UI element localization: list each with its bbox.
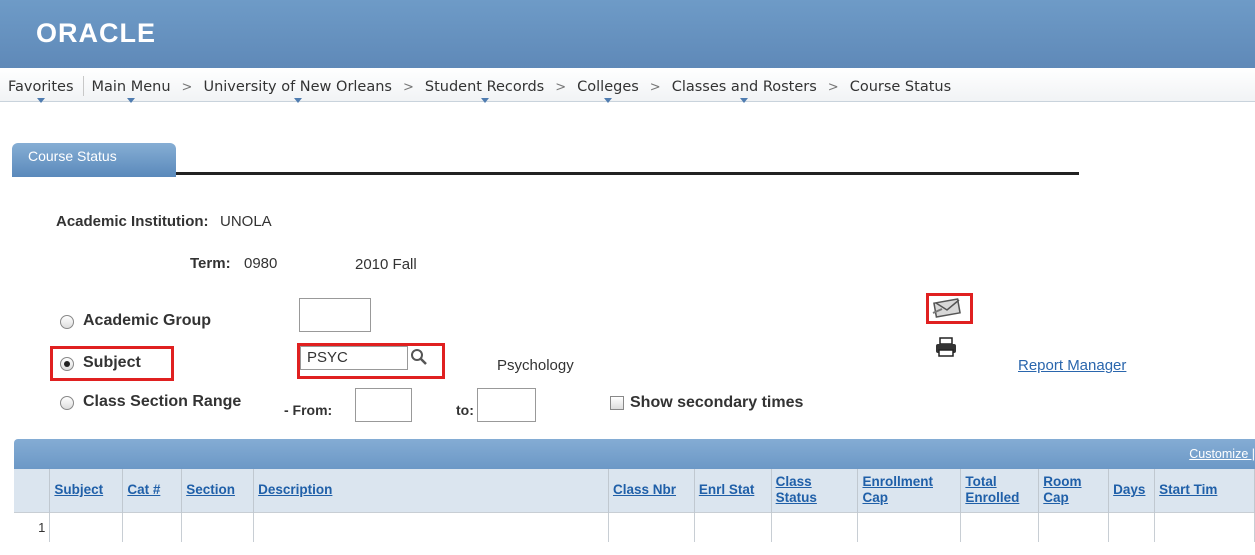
nav-colleges[interactable]: Colleges (577, 79, 639, 103)
column-header-cat[interactable]: Cat # (122, 469, 183, 512)
subject-label: Subject (83, 354, 141, 371)
tab-course-status[interactable]: Course Status (12, 143, 176, 177)
nav-course-status[interactable]: Course Status (850, 79, 951, 95)
subject-radio[interactable] (60, 357, 74, 371)
subject-description: Psychology (497, 357, 574, 374)
column-header-start-time[interactable]: Start Tim (1154, 469, 1255, 512)
grid-header-row: Subject Cat # Section Description Class … (14, 469, 1255, 512)
table-row: 1 (14, 511, 1255, 542)
nav-arrow: > (649, 80, 661, 95)
column-header-section[interactable]: Section (181, 469, 255, 512)
nav-arrow: > (827, 80, 839, 95)
grid-header-bar: Customize | (14, 439, 1255, 469)
dropdown-caret-icon (740, 98, 749, 103)
show-secondary-label: Show secondary times (630, 394, 804, 411)
institution-value: UNOLA (220, 213, 272, 230)
academic-group-input[interactable] (299, 298, 371, 332)
to-label: to: (456, 402, 474, 418)
table-cell (960, 511, 1040, 542)
course-status-grid: Subject Cat # Section Description Class … (14, 469, 1255, 542)
column-header-days[interactable]: Days (1108, 469, 1156, 512)
table-cell (1038, 511, 1110, 542)
nav-main-menu[interactable]: Main Menu (92, 79, 171, 103)
notify-icon[interactable] (932, 297, 964, 319)
table-cell (1108, 511, 1156, 542)
institution-label: Academic Institution: (56, 213, 209, 230)
class-section-range-radio[interactable] (60, 396, 74, 410)
dropdown-caret-icon (127, 98, 136, 103)
academic-group-radio[interactable] (60, 315, 74, 329)
subject-input[interactable]: PSYC (300, 346, 408, 370)
customize-link[interactable]: Customize | (1189, 447, 1255, 461)
oracle-logo: ORACLE (36, 18, 156, 48)
table-cell (253, 511, 609, 542)
row-number: 1 (14, 511, 51, 542)
term-label: Term: (190, 255, 231, 272)
column-header-room-cap[interactable]: Room Cap (1038, 469, 1110, 512)
column-header-class-nbr[interactable]: Class Nbr (608, 469, 695, 512)
class-section-range-label: Class Section Range (83, 393, 242, 410)
column-header-total-enrolled[interactable]: Total Enrolled (960, 469, 1040, 512)
nav-favorites[interactable]: Favorites (8, 79, 74, 103)
table-cell (608, 511, 695, 542)
term-code: 0980 (244, 255, 278, 272)
dropdown-caret-icon (293, 98, 302, 103)
search-icon[interactable] (410, 348, 428, 366)
show-secondary-checkbox[interactable] (610, 396, 624, 410)
nav-bar: Favorites Main Menu > University of New Orl… (0, 68, 1255, 103)
table-cell (1154, 511, 1255, 542)
nav-arrow: > (402, 80, 414, 95)
table-cell (181, 511, 255, 542)
column-header-description[interactable]: Description (253, 469, 609, 512)
nav-divider (82, 76, 84, 96)
dropdown-caret-icon (603, 98, 612, 103)
table-cell (49, 511, 124, 542)
column-header-enrl-stat[interactable]: Enrl Stat (694, 469, 772, 512)
from-label: - From: (284, 402, 333, 418)
nav-arrow: > (181, 80, 193, 95)
nav-classes-rosters[interactable]: Classes and Rosters (672, 79, 817, 103)
table-cell (857, 511, 962, 542)
column-header-class-status[interactable]: Class Status (771, 469, 859, 512)
academic-group-label: Academic Group (83, 312, 212, 329)
from-input[interactable] (355, 388, 412, 422)
oracle-banner: ORACLE (0, 0, 1255, 68)
column-header-subject[interactable]: Subject (49, 469, 124, 512)
dropdown-caret-icon (480, 98, 489, 103)
nav-student-records[interactable]: Student Records (425, 79, 544, 103)
column-header-enrollment-cap[interactable]: Enrollment Cap (857, 469, 962, 512)
to-input[interactable] (477, 388, 536, 422)
nav-university[interactable]: University of New Orleans (203, 79, 392, 103)
report-manager-link[interactable]: Report Manager (1018, 357, 1126, 374)
table-cell (122, 511, 183, 542)
print-icon[interactable] (935, 337, 957, 357)
nav-arrow: > (555, 80, 567, 95)
row-number-header (14, 469, 51, 512)
tab-underline (176, 172, 1079, 175)
table-cell (694, 511, 772, 542)
term-description: 2010 Fall (355, 256, 417, 273)
dropdown-caret-icon (36, 98, 45, 103)
table-cell (771, 511, 859, 542)
